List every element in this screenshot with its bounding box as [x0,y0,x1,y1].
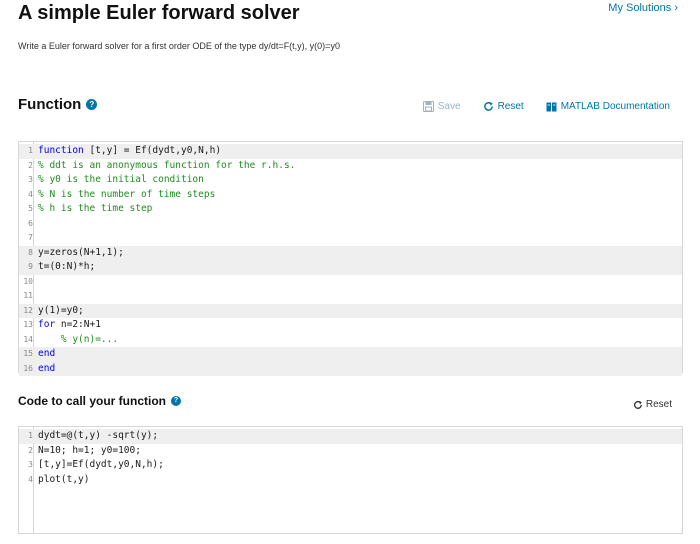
code-text: % ddt is an anonymous function for the r… [38,159,295,174]
call-reset-button[interactable]: Reset [633,399,672,410]
function-heading-label: Function [18,96,82,113]
function-toolbar: Save Reset MATLAB Documentation [401,101,670,112]
code-comment: % N is the number of time steps [38,188,216,200]
code-line: 16 end [19,361,682,377]
line-number: 4 [28,189,33,199]
code-plain: y=zeros(N+1,1); [38,246,124,258]
call-heading: Code to call your function ? [18,394,182,408]
code-plain: t=(0:N)*h; [38,261,96,272]
line-number: 8 [28,247,33,257]
code-keyword: end [38,362,56,374]
code-text: dydt=@(t,y) -sqrt(y); [38,430,159,441]
call-reset-label: Reset [645,399,672,410]
code-plain: y(1)=y0; [38,304,84,316]
function-code-lines: 1 function [t,y] = Ef(dydt,y0,N,h) 2 % ddt … [19,142,682,376]
code-text: % N is the number of time steps [38,188,215,203]
line-number: 12 [23,305,33,315]
code-keyword: function [38,145,84,156]
function-heading: Function ? [18,96,98,113]
matlab-documentation-label: MATLAB Documentation [560,101,670,112]
code-text: end [38,362,55,377]
my-solutions-label: My Solutions [608,2,672,14]
function-code-editor[interactable]: 1 function [t,y] = Ef(dydt,y0,N,h) 2 % ddt … [18,141,683,376]
save-label: Save [437,101,461,112]
line-number: 2 [28,160,33,170]
code-line: 10 [19,275,682,290]
code-text: for n=2:N+1 [38,318,101,333]
code-line: 7 [19,231,682,246]
code-comment: % y0 is the initial condition [38,174,204,185]
code-line: 4 plot(t,y) [19,473,682,488]
line-number: 16 [23,363,33,373]
reset-button[interactable]: Reset [483,101,524,112]
code-text: end [38,347,55,362]
code-text: [t,y]=Ef(dydt,y0,N,h); [38,459,164,470]
call-heading-label: Code to call your function [18,394,167,408]
code-line: 4 % N is the number of time steps [19,188,682,203]
chevron-right-icon: › [674,2,678,14]
code-line: 9 t=(0:N)*h; [19,260,682,275]
line-number: 1 [28,431,33,440]
line-number: 14 [23,334,33,344]
code-line: 3 [t,y]=Ef(dydt,y0,N,h); [19,458,682,473]
code-keyword: end [38,348,56,359]
code-line: 8 y=zeros(N+1,1); [19,245,682,261]
code-plain: [t,y] = Ef(dydt,y0,N,h) [83,145,222,156]
line-number: 1 [28,146,33,155]
code-line: 13 for n=2:N+1 [19,318,682,333]
problem-description: Write a Euler forward solver for a first… [18,41,340,51]
line-number: 6 [28,218,33,228]
code-text: % y0 is the initial condition [38,173,204,188]
code-comment: % y(n)=... [60,333,119,345]
help-icon[interactable]: ? [171,396,182,406]
code-keyword: for [38,319,56,330]
code-line: 12 y(1)=y0; [19,303,682,319]
code-line: 3 % y0 is the initial condition [19,173,682,188]
reset-label: Reset [497,101,524,112]
code-plain: n=2:N+1 [55,319,101,330]
book-icon [546,102,557,112]
code-comment: % h is the time step [38,203,153,214]
code-text: % h is the time step [38,202,152,217]
line-number: 2 [28,445,33,455]
call-code-lines: 1 dydt=@(t,y) -sqrt(y); 2 N=10; h=1; y0=100… [19,427,682,487]
help-icon[interactable]: ? [86,99,98,110]
code-line: 2 % ddt is an anonymous function for the … [19,159,682,174]
code-text: N=10; h=1; y0=100; [38,444,141,456]
code-text: y(1)=y0; [38,304,84,319]
my-solutions-link[interactable]: My Solutions › [608,2,678,14]
code-line: 5 % h is the time step [19,202,682,217]
line-number: 11 [23,291,33,300]
save-button[interactable]: Save [422,101,461,112]
line-number: 3 [28,175,33,184]
line-number: 3 [28,460,33,469]
code-text: y=zeros(N+1,1); [38,246,124,261]
code-text: t=(0:N)*h; [38,260,95,275]
refresh-icon [483,101,494,112]
line-number: 10 [23,276,33,286]
refresh-icon [633,400,643,410]
code-comment: % ddt is an anonymous function for the r… [38,159,296,171]
line-number: 15 [23,349,33,358]
code-line: 15 end [19,347,682,362]
code-text: plot(t,y) [38,473,90,485]
line-number: 13 [23,320,33,329]
code-line: 2 N=10; h=1; y0=100; [19,444,682,459]
code-line: 6 [19,217,682,232]
page-title: A simple Euler forward solver [18,2,300,24]
matlab-documentation-link[interactable]: MATLAB Documentation [546,101,670,112]
code-text: % y(n)=... [38,333,118,348]
floppy-disk-icon [422,101,434,112]
line-number: 9 [28,262,33,271]
code-line: 14 % y(n)=... [19,333,682,348]
line-number: 4 [28,474,33,484]
line-number: 5 [28,204,33,213]
code-line: 11 [19,289,682,304]
code-plain [38,334,61,345]
code-text: function [t,y] = Ef(dydt,y0,N,h) [38,144,221,159]
code-line: 1 function [t,y] = Ef(dydt,y0,N,h) [19,144,682,159]
line-number: 7 [28,233,33,242]
call-code-editor[interactable]: 1 dydt=@(t,y) -sqrt(y); 2 N=10; h=1; y0=100… [18,426,683,534]
code-line: 1 dydt=@(t,y) -sqrt(y); [19,429,682,444]
